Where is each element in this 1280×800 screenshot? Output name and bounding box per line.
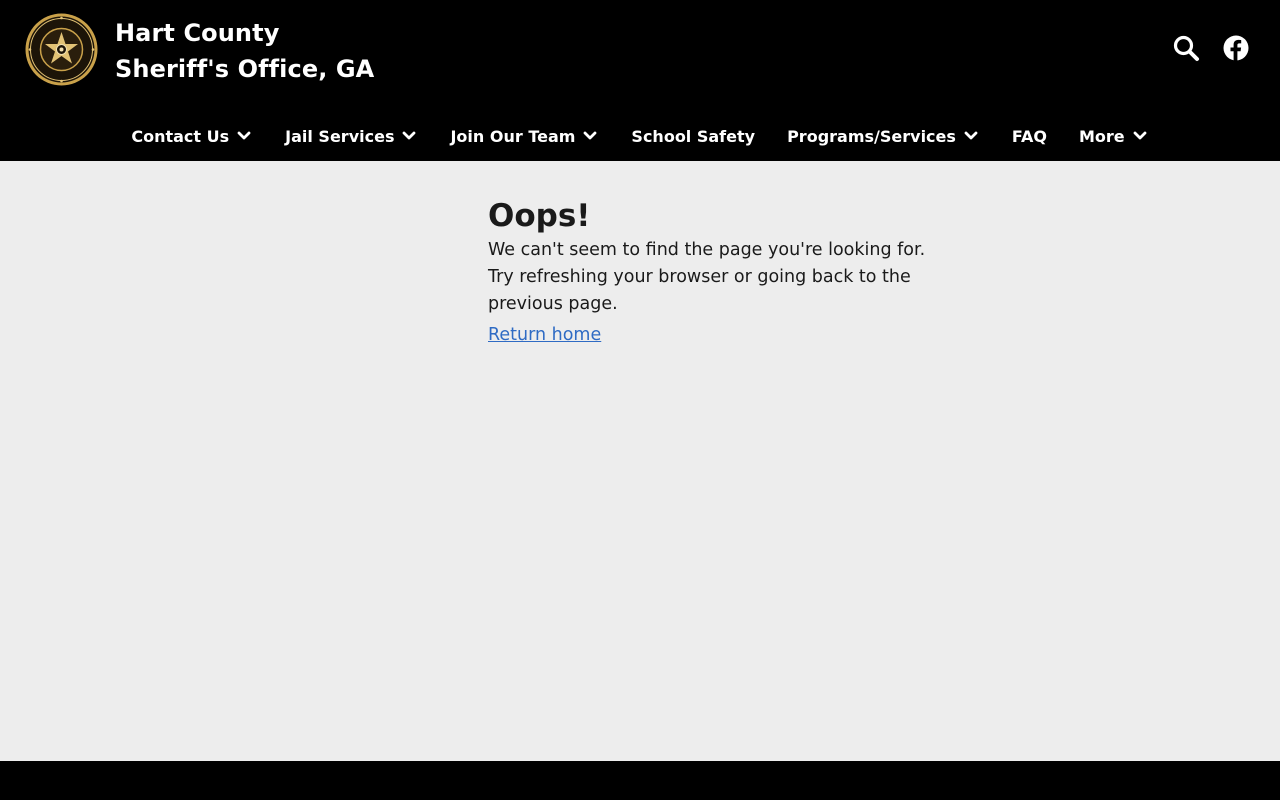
site-header: Hart County Sheriff's Office, GA Contact… — [0, 0, 1280, 161]
site-title-line2: Sheriff's Office, GA — [115, 55, 375, 83]
chevron-down-icon — [403, 131, 416, 140]
main-content: Oops! We can't seem to find the page you… — [0, 161, 1280, 761]
nav-item-label: Programs/Services — [787, 126, 956, 146]
nav-item-more[interactable]: More — [1063, 127, 1165, 146]
chevron-down-icon — [1133, 131, 1147, 140]
nav-item-school-safety[interactable]: School Safety — [615, 127, 771, 146]
chevron-down-icon — [964, 131, 978, 140]
nav-item-join-our-team[interactable]: Join Our Team — [434, 127, 615, 146]
nav-item-faq[interactable]: FAQ — [996, 127, 1063, 146]
sheriff-seal-icon[interactable] — [24, 12, 99, 87]
nav-item-label: Jail Services — [285, 126, 395, 146]
error-message: We can't seem to find the page you're lo… — [488, 240, 926, 314]
return-home-link[interactable]: Return home — [488, 325, 601, 345]
facebook-icon[interactable] — [1222, 34, 1250, 62]
search-icon[interactable] — [1172, 34, 1200, 62]
error-content: Oops! We can't seem to find the page you… — [488, 197, 948, 345]
nav-item-jail-services[interactable]: Jail Services — [269, 127, 434, 146]
site-footer — [0, 761, 1280, 800]
header-icons — [1172, 34, 1250, 62]
nav-item-label: More — [1078, 126, 1125, 146]
chevron-down-icon — [584, 131, 597, 140]
site-title[interactable]: Hart County Sheriff's Office, GA — [115, 15, 374, 87]
site-title-line1: Hart County — [115, 19, 280, 47]
nav-item-contact-us[interactable]: Contact Us — [115, 127, 269, 146]
main-nav: Contact Us Jail Services Join Our Team S… — [0, 118, 1280, 154]
chevron-down-icon — [237, 131, 251, 140]
page-title: Oops! — [488, 198, 591, 234]
nav-item-label: FAQ — [1011, 126, 1047, 146]
nav-item-label: Join Our Team — [450, 126, 576, 146]
nav-item-label: School Safety — [631, 126, 756, 146]
nav-item-programs-services[interactable]: Programs/Services — [771, 127, 996, 146]
nav-item-label: Contact Us — [131, 126, 230, 146]
